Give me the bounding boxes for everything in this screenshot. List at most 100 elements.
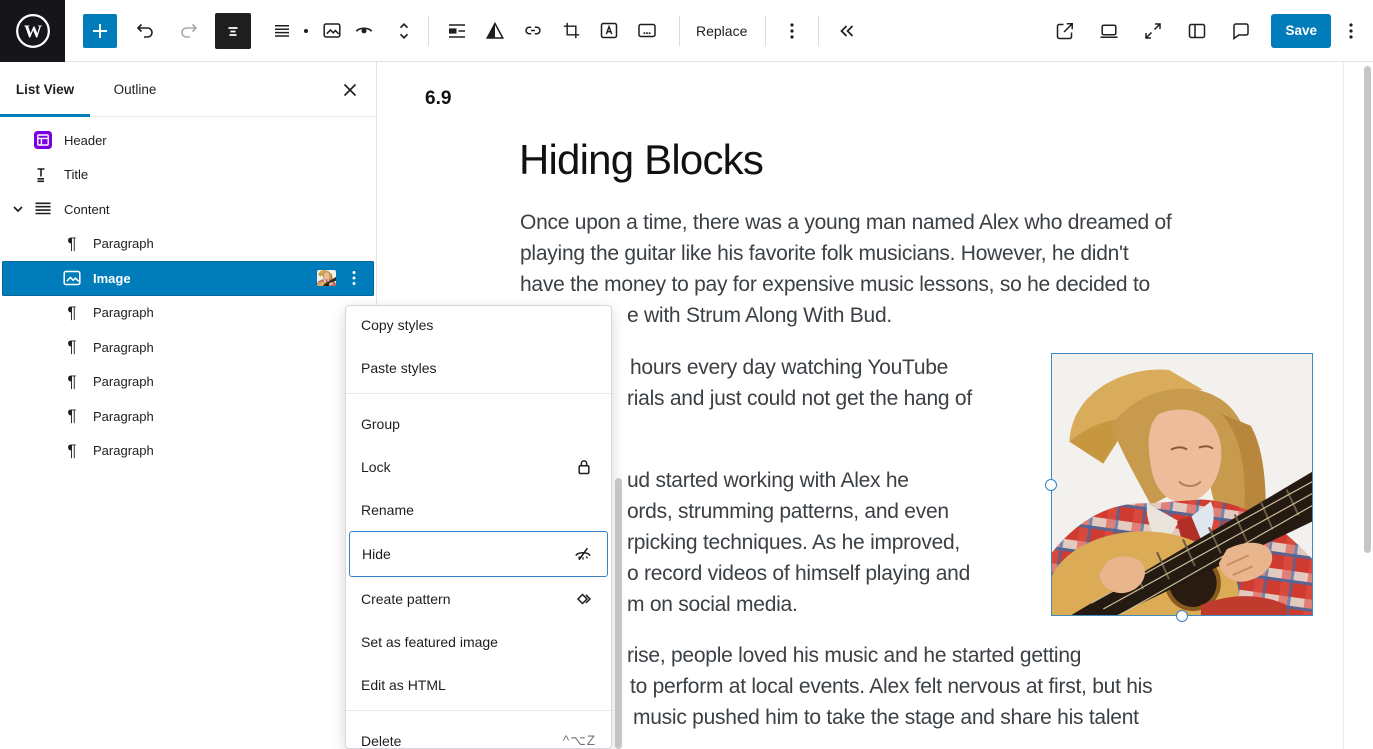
list-view-row-title[interactable]: Title xyxy=(0,158,376,193)
menu-item-edit-as-html[interactable]: Edit as HTML xyxy=(346,663,611,706)
paragraph-text-line[interactable]: hours every day watching YouTube xyxy=(630,356,948,380)
menu-scrollbar[interactable] xyxy=(615,478,622,749)
paragraph-text-line[interactable]: to perform at local events. Alex felt ne… xyxy=(630,675,1152,699)
block-label: Image xyxy=(93,271,131,286)
editor-top-bar: W Replace Save xyxy=(0,0,1373,62)
paragraph-text-line[interactable]: m on social media. xyxy=(627,593,798,617)
crop-button[interactable] xyxy=(559,19,583,43)
menu-item-copy-styles[interactable]: Copy styles xyxy=(346,305,611,346)
paragraph-text-line[interactable]: ords, strumming patterns, and even xyxy=(627,500,949,524)
paragraph-text-line[interactable]: rise, people loved his music and he star… xyxy=(627,644,1081,668)
toolbar-divider xyxy=(679,16,680,46)
list-view-row-image[interactable]: Image xyxy=(2,261,374,296)
resize-handle-left[interactable] xyxy=(1045,479,1057,491)
tab-outline[interactable]: Outline xyxy=(90,62,180,116)
selected-image-block[interactable] xyxy=(1051,353,1313,616)
menu-item-hide[interactable]: Hide xyxy=(349,531,608,577)
guitar-photo xyxy=(1052,354,1312,615)
wordpress-logo[interactable]: W xyxy=(0,0,65,62)
main-scrollbar[interactable] xyxy=(1364,66,1371,553)
list-view-row-paragraph[interactable]: ¶Paragraph xyxy=(0,296,376,331)
menu-item-lock[interactable]: Lock xyxy=(346,445,611,488)
block-label: Paragraph xyxy=(93,443,154,458)
menu-item-label: Lock xyxy=(361,459,391,475)
list-view-row-paragraph[interactable]: ¶Paragraph xyxy=(0,434,376,469)
paragraph-text-line[interactable]: Once upon a time, there was a young man … xyxy=(520,211,1171,235)
toolbar-divider xyxy=(765,16,766,46)
tab-list-view[interactable]: List View xyxy=(0,62,90,116)
list-view-tabs: List View Outline xyxy=(0,62,376,117)
settings-sidebar-button[interactable] xyxy=(1185,19,1209,43)
paragraph-block-icon: ¶ xyxy=(60,406,84,426)
replace-button[interactable]: Replace xyxy=(686,13,757,49)
menu-item-create-pattern[interactable]: Create pattern xyxy=(346,577,611,620)
close-list-view-button[interactable] xyxy=(336,76,364,104)
link-button[interactable] xyxy=(521,19,545,43)
pattern-icon xyxy=(572,587,596,611)
list-view-row-paragraph[interactable]: ¶ Paragraph xyxy=(0,330,376,365)
paragraph-block-icon: ¶ xyxy=(60,303,84,323)
paragraph-text-line[interactable]: have the money to pay for expensive musi… xyxy=(520,273,1150,297)
menu-item-label: Hide xyxy=(362,546,391,562)
post-title[interactable]: Hiding Blocks xyxy=(519,136,763,184)
drag-handle-dot[interactable] xyxy=(304,29,308,33)
menu-item-group[interactable]: Group xyxy=(346,402,611,445)
document-overview-button[interactable] xyxy=(215,13,251,49)
image-thumbnail xyxy=(317,270,336,286)
block-inserter-button[interactable] xyxy=(83,14,117,48)
list-view-row-content[interactable]: Content xyxy=(0,192,376,227)
block-label: Paragraph xyxy=(93,374,154,389)
paragraph-text-line[interactable]: e with Strum Along With Bud. xyxy=(627,304,892,328)
paragraph-text-line[interactable]: music pushed him to take the stage and s… xyxy=(633,706,1139,730)
row-options-kebab-icon[interactable] xyxy=(342,266,366,290)
menu-item-paste-styles[interactable]: Paste styles xyxy=(346,346,611,389)
block-visibility-icon[interactable] xyxy=(352,19,376,43)
block-options-button[interactable] xyxy=(780,19,804,43)
parent-content-block-button[interactable] xyxy=(270,19,294,43)
block-options-menu: Copy stylesPaste styles Group Lock Rename Hi… xyxy=(345,305,612,749)
collapse-toolbar-button[interactable] xyxy=(833,19,857,43)
preview-desktop-button[interactable] xyxy=(1097,19,1121,43)
undo-button[interactable] xyxy=(133,19,157,43)
paragraph-block-icon: ¶ xyxy=(60,372,84,392)
duotone-filter-button[interactable] xyxy=(483,19,507,43)
resize-handle-bottom[interactable] xyxy=(1176,610,1188,622)
toolbar-divider xyxy=(428,16,429,46)
block-label: Paragraph xyxy=(93,340,154,355)
paragraph-text-line[interactable]: o record videos of himself playing and xyxy=(627,562,970,586)
svg-text:W: W xyxy=(23,21,41,41)
menu-item-delete[interactable]: Delete^⌥Z xyxy=(346,719,611,749)
text-over-image-button[interactable] xyxy=(597,19,621,43)
more-options-button[interactable] xyxy=(1339,19,1363,43)
header-block-icon xyxy=(31,128,55,152)
save-button[interactable]: Save xyxy=(1271,14,1331,48)
caption-button[interactable] xyxy=(635,19,659,43)
menu-item-label: Set as featured image xyxy=(361,634,498,650)
fit-screen-button[interactable] xyxy=(1141,19,1165,43)
menu-item-rename[interactable]: Rename xyxy=(346,488,611,531)
image-block-switcher-button[interactable] xyxy=(320,19,344,43)
paragraph-text-line[interactable]: rpicking techniques. As he improved, xyxy=(627,531,960,555)
align-button[interactable] xyxy=(445,19,469,43)
list-view-row-paragraph[interactable]: ¶Paragraph xyxy=(0,227,376,262)
move-up-down-button[interactable] xyxy=(392,19,416,43)
list-view-row-paragraph[interactable]: ¶ Paragraph xyxy=(0,365,376,400)
chapter-badge: 6.9 xyxy=(425,88,451,110)
list-view-row-paragraph[interactable]: ¶Paragraph xyxy=(0,399,376,434)
redo-button[interactable] xyxy=(177,19,201,43)
menu-item-label: Rename xyxy=(361,502,414,518)
paragraph-text-line[interactable]: playing the guitar like his favorite fol… xyxy=(520,242,1128,266)
paragraph-text-line[interactable]: ud started working with Alex he xyxy=(627,469,909,493)
menu-item-set-as-featured-image[interactable]: Set as featured image xyxy=(346,620,611,663)
list-view-panel: List View Outline HeaderTitleContent ¶ Par… xyxy=(0,62,377,749)
comments-button[interactable] xyxy=(1229,19,1253,43)
paragraph-block-icon: ¶ xyxy=(60,337,84,357)
eye-off-icon xyxy=(571,542,595,566)
lock-icon xyxy=(572,455,596,479)
expander-chevron-down-icon[interactable] xyxy=(6,197,30,221)
menu-item-label: Delete xyxy=(361,733,401,749)
view-post-button[interactable] xyxy=(1053,19,1077,43)
paragraph-text-line[interactable]: rials and just could not get the hang of xyxy=(627,387,972,411)
list-view-row-header[interactable]: Header xyxy=(0,123,376,158)
content-block-icon xyxy=(31,197,55,221)
